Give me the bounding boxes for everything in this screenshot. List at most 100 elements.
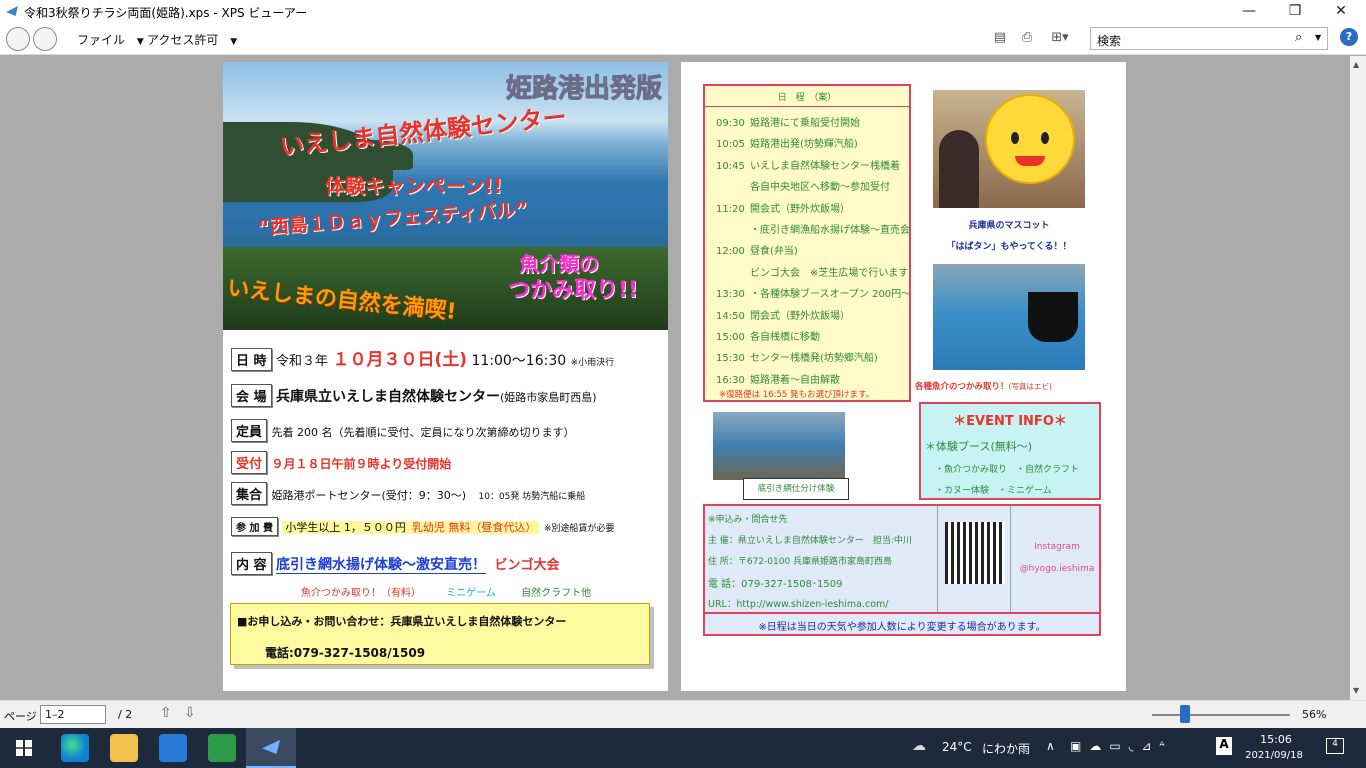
taskbar: ☁ 24°C にわか雨 ∧ ▣☁▭◟⊿ᴬ A 15:06 2021/09/18 … bbox=[0, 728, 1366, 768]
page-total: / 2 bbox=[118, 708, 133, 721]
minimize-button[interactable]: — bbox=[1226, 0, 1272, 23]
event-info-box: ＊EVENT INFO＊ ＊体験ブース(無料〜) ・魚介つかみ取り ・自然クラフ… bbox=[919, 402, 1101, 500]
schedule-row: 14:50 閉会式（野外炊飯場） bbox=[716, 307, 850, 322]
catch-caption-text: 各種魚介のつかみ取り！ bbox=[915, 382, 1009, 392]
weather-text[interactable]: にわか雨 bbox=[982, 740, 1030, 757]
row-fee: 参 加 費 小学生以上 1，５００円 乳幼児 無料（昼食代込） ※別途船賃が必要 bbox=[231, 517, 614, 536]
vertical-scrollbar[interactable]: ▲ ▼ bbox=[1350, 56, 1366, 700]
catch-caption-note: (写真はエビ) bbox=[1008, 382, 1052, 391]
mail-icon[interactable] bbox=[159, 734, 187, 762]
row-meeting: 集合 姫路港ポートセンター(受付：9：30〜) 10：05発 坊勢汽船に乗船 bbox=[231, 482, 585, 505]
menu-file-label: ファイル bbox=[77, 33, 126, 47]
schedule-time: 16:30 bbox=[716, 374, 745, 386]
xps-viewer-task[interactable] bbox=[246, 728, 296, 768]
outline-icon[interactable]: ▤ bbox=[991, 30, 1009, 46]
search-placeholder: 検索 bbox=[1097, 34, 1122, 48]
zoom-icon[interactable]: ⊞▾ bbox=[1046, 30, 1074, 46]
system-tray-icons[interactable]: ▣☁▭◟⊿ᴬ bbox=[1070, 739, 1173, 753]
net-sorting-photo bbox=[713, 412, 845, 480]
schedule-row: 16:30 姫路港着〜自由解散 bbox=[716, 371, 840, 386]
contact-divider bbox=[1010, 506, 1011, 612]
event-line-1: ＊体験ブース(無料〜) bbox=[925, 440, 1033, 453]
close-button[interactable]: ✕ bbox=[1318, 0, 1364, 23]
fee-child: 乳幼児 無料（昼食代込） bbox=[408, 521, 540, 534]
sticky-notes-icon[interactable] bbox=[208, 734, 236, 762]
weather-temp[interactable]: 24°C bbox=[942, 740, 972, 754]
contact-head: ※申込み・問合せ先 bbox=[708, 515, 788, 525]
event-line-3: ・カヌー体験 ・ミニゲーム bbox=[935, 486, 1052, 496]
row-reception: 受付 ９月１８日午前９時より受付開始 bbox=[231, 451, 451, 474]
help-icon[interactable]: ? bbox=[1340, 28, 1358, 46]
venue-sub: (姫路市家島町西島) bbox=[499, 391, 597, 404]
chevron-up-icon[interactable]: ∧ bbox=[1046, 739, 1055, 753]
file-explorer-icon[interactable] bbox=[110, 734, 138, 762]
back-button[interactable] bbox=[6, 27, 30, 51]
title-bar: 令和3秋祭りチラシ両面(姫路).xps - XPS ビューアー — ❐ ✕ bbox=[0, 0, 1366, 23]
ime-icon[interactable]: A bbox=[1216, 737, 1232, 755]
schedule-row: 11:20 開会式（野外炊飯場） bbox=[716, 200, 850, 215]
search-icon[interactable]: ⌕ bbox=[1295, 30, 1302, 45]
schedule-desc: 開会式（野外炊飯場） bbox=[750, 203, 850, 215]
schedule-row: ビンゴ大会 ※芝生広場で行います bbox=[716, 264, 908, 279]
zoom-slider[interactable] bbox=[1152, 714, 1290, 716]
fee-label: 参 加 費 bbox=[231, 517, 278, 536]
chevron-down-icon[interactable]: ▼ bbox=[1315, 33, 1321, 42]
mascot-face bbox=[985, 94, 1075, 184]
date-label: 日 時 bbox=[231, 348, 272, 371]
contact-box: ■お申し込み・お問い合わせ：兵庫県立いえしま自然体験センター 電話:079-32… bbox=[230, 603, 650, 665]
edition-label: 姫路港出発版 bbox=[505, 74, 663, 105]
clock-time[interactable]: 15:06 bbox=[1246, 733, 1306, 746]
weather-icon[interactable]: ☁ bbox=[912, 738, 926, 754]
schedule-row: 15:00 各自桟橋に移動 bbox=[716, 328, 820, 343]
forward-button[interactable] bbox=[33, 27, 57, 51]
venue-name: 兵庫県立いえしま自然体験センター bbox=[275, 389, 500, 405]
search-input[interactable]: 検索 ⌕ ▼ bbox=[1090, 27, 1328, 50]
qr-code bbox=[945, 522, 1005, 584]
venue-label: 会 場 bbox=[231, 384, 272, 407]
schedule-row: 09:30 姫路港にて乗船受付開始 bbox=[716, 114, 860, 129]
schedule-box: 日 程 （案） 09:30 姫路港にて乗船受付開始 10:05 姫路港出発(坊勢輝汽船… bbox=[703, 84, 911, 402]
notification-count: 4 bbox=[1332, 739, 1338, 749]
schedule-time: 12:00 bbox=[716, 246, 745, 258]
schedule-divider bbox=[705, 106, 909, 107]
schedule-row: 12:00 昼食(弁当) bbox=[716, 242, 798, 257]
menu-access-label: アクセス許可 bbox=[147, 33, 219, 47]
zoom-slider-thumb[interactable] bbox=[1180, 705, 1190, 723]
contact-address: 住 所：〒672-0100 兵庫県姫路市家島町西島 bbox=[708, 557, 893, 567]
menu-file[interactable]: ファイル ▼ bbox=[77, 31, 144, 48]
next-page-icon[interactable]: ⇩ bbox=[184, 705, 196, 721]
previous-page-icon[interactable]: ⇧ bbox=[160, 705, 172, 721]
scroll-up-icon[interactable]: ▲ bbox=[1353, 60, 1359, 69]
xps-viewer-icon bbox=[262, 740, 280, 754]
date-note: ※小雨決行 bbox=[570, 358, 615, 368]
schedule-title: 日 程 （案） bbox=[777, 93, 837, 103]
schedule-row: 10:05 姫路港出発(坊勢輝汽船) bbox=[716, 135, 858, 150]
content-sub: 魚介つかみ取り！（有料） ミニゲーム 自然クラフト他 bbox=[301, 584, 591, 599]
mascot-photo bbox=[933, 90, 1085, 208]
row-content: 内 容 底引き網水揚げ体験〜激安直売！ ビンゴ大会 bbox=[231, 552, 559, 575]
edge-icon[interactable] bbox=[61, 734, 89, 762]
notification-icon[interactable]: 4 bbox=[1326, 738, 1344, 754]
menu-access[interactable]: アクセス許可 ▼ bbox=[147, 31, 237, 48]
scroll-down-icon[interactable]: ▼ bbox=[1353, 686, 1359, 695]
date-time: 11:00〜16:30 bbox=[471, 353, 567, 369]
maximize-button[interactable]: ❐ bbox=[1272, 0, 1318, 23]
zoom-level: 56% bbox=[1302, 708, 1327, 721]
print-icon[interactable]: ⎙ bbox=[1018, 30, 1036, 46]
net-caption: 底引き網仕分け体験 bbox=[743, 478, 849, 500]
catch-line-2: つかみ取り!! bbox=[508, 278, 639, 303]
contact-organizer: 主 催：県立いえしま自然体験センター 担当:中川 bbox=[708, 536, 912, 546]
schedule-time: 10:45 bbox=[716, 160, 745, 172]
reception-label: 受付 bbox=[231, 451, 268, 474]
clock-date[interactable]: 2021/09/18 bbox=[1232, 750, 1316, 761]
schedule-desc: ビンゴ大会 ※芝生広場で行います bbox=[750, 267, 909, 279]
meeting-label: 集合 bbox=[231, 482, 268, 505]
start-icon[interactable] bbox=[16, 740, 32, 756]
schedule-desc: 各自中央地区へ移動〜参加受付 bbox=[750, 182, 890, 194]
page-number-input[interactable]: 1–2 bbox=[40, 705, 106, 724]
mascot-caption-1: 兵庫県のマスコット bbox=[968, 221, 1050, 231]
date-main: １０月３０日(土) bbox=[332, 350, 467, 370]
meeting-sub: 10：05発 坊勢汽船に乗船 bbox=[478, 492, 586, 502]
row-capacity: 定員 先着 200 名（先着順に受付、定員になり次第締め切ります） bbox=[231, 419, 574, 442]
schedule-desc: 姫路港出発(坊勢輝汽船) bbox=[750, 139, 858, 151]
